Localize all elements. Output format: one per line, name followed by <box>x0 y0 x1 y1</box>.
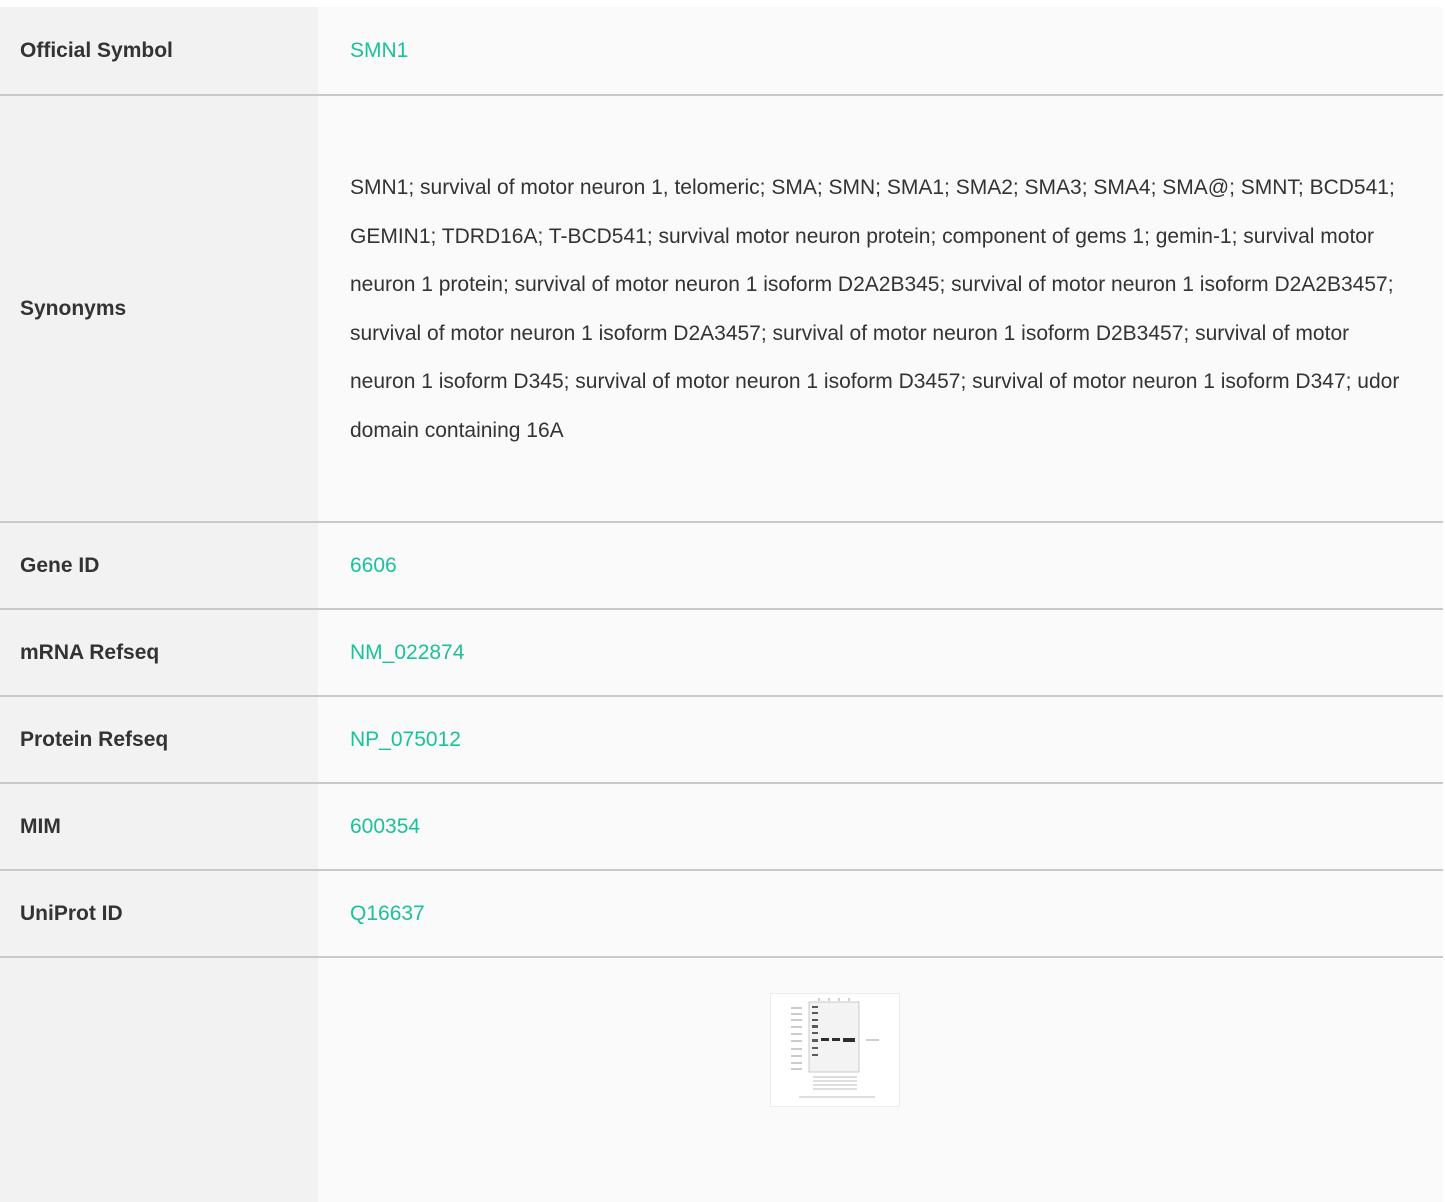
row-value-synonyms: SMN1; survival of motor neuron 1, telome… <box>318 95 1443 523</box>
western-blot-thumbnail[interactable] <box>769 993 900 1107</box>
uniprot-id-link[interactable]: Q16637 <box>350 902 425 925</box>
table-row: Official Symbol SMN1 <box>0 7 1443 96</box>
row-label-uniprot-id: UniProt ID <box>0 870 318 958</box>
row-value-mim: 600354 <box>318 783 1443 871</box>
mrna-refseq-link[interactable]: NM_022874 <box>350 641 464 664</box>
row-label-image <box>0 957 318 1202</box>
western-blot-image <box>770 994 899 1106</box>
image-wrapper <box>350 993 1405 1167</box>
row-value-official-symbol: SMN1 <box>318 7 1443 96</box>
row-label-mrna-refseq: mRNA Refseq <box>0 609 318 697</box>
row-label-gene-id: Gene ID <box>0 522 318 610</box>
gene-id-link[interactable]: 6606 <box>350 554 397 577</box>
row-value-gene-id: 6606 <box>318 522 1443 610</box>
protein-refseq-link[interactable]: NP_075012 <box>350 728 461 751</box>
mim-link[interactable]: 600354 <box>350 815 420 838</box>
row-value-protein-refseq: NP_075012 <box>318 696 1443 784</box>
row-label-protein-refseq: Protein Refseq <box>0 696 318 784</box>
row-label-official-symbol: Official Symbol <box>0 7 318 96</box>
table-row: MIM 600354 <box>0 783 1443 871</box>
table-row: UniProt ID Q16637 <box>0 870 1443 958</box>
row-value-image <box>318 957 1443 1202</box>
table-row: mRNA Refseq NM_022874 <box>0 609 1443 697</box>
row-value-uniprot-id: Q16637 <box>318 870 1443 958</box>
synonyms-text: SMN1; survival of motor neuron 1, telome… <box>350 176 1400 442</box>
table-row: Gene ID 6606 <box>0 522 1443 610</box>
table-row <box>0 957 1443 1202</box>
gene-info-table: Official Symbol SMN1 Synonyms SMN1; surv… <box>0 7 1443 1202</box>
row-label-synonyms: Synonyms <box>0 95 318 523</box>
table-row: Protein Refseq NP_075012 <box>0 696 1443 784</box>
row-value-mrna-refseq: NM_022874 <box>318 609 1443 697</box>
row-label-mim: MIM <box>0 783 318 871</box>
table-row: Synonyms SMN1; survival of motor neuron … <box>0 95 1443 523</box>
official-symbol-link[interactable]: SMN1 <box>350 39 408 62</box>
